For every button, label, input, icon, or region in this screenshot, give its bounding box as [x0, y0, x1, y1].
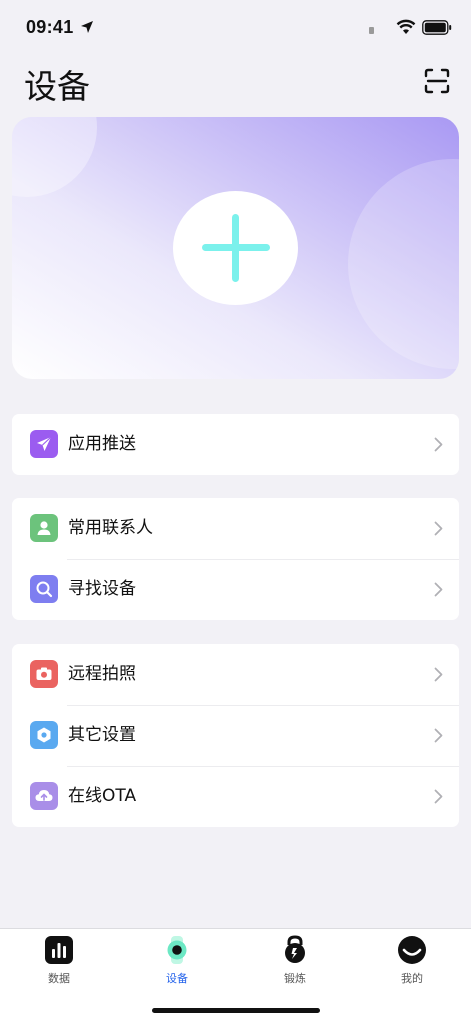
- settings-card: 远程拍照 其它设置 在线OTA: [12, 644, 459, 827]
- tab-device[interactable]: 设备: [118, 935, 236, 995]
- menu-item-remote-camera[interactable]: 远程拍照: [12, 644, 459, 705]
- chevron-right-icon: [434, 521, 443, 536]
- chevron-right-icon: [434, 728, 443, 743]
- decor-circle: [12, 117, 97, 197]
- menu-item-find-device[interactable]: 寻找设备: [12, 559, 459, 620]
- menu-item-contacts[interactable]: 常用联系人: [12, 498, 459, 559]
- menu-item-label: 应用推送: [68, 434, 136, 454]
- tab-workout[interactable]: 锻炼: [236, 935, 354, 995]
- location-arrow-icon: [81, 21, 93, 33]
- chevron-right-icon: [434, 667, 443, 682]
- home-indicator: [152, 1008, 320, 1013]
- search-icon: [30, 575, 58, 603]
- tab-label: 设备: [166, 972, 188, 985]
- tab-data[interactable]: 数据: [0, 935, 118, 995]
- menu-item-online-ota[interactable]: 在线OTA: [12, 766, 459, 827]
- kettlebell-icon: [280, 935, 310, 965]
- tab-label: 锻炼: [284, 972, 306, 985]
- send-icon: [30, 430, 58, 458]
- settings-hex-icon: [30, 721, 58, 749]
- menu-item-label: 常用联系人: [68, 518, 153, 538]
- watch-icon: [162, 935, 192, 965]
- menu-item-label: 在线OTA: [68, 786, 137, 806]
- signal-icon: [369, 27, 374, 34]
- add-device-button[interactable]: [173, 191, 298, 305]
- menu-item-label: 寻找设备: [68, 579, 136, 599]
- tab-label: 我的: [401, 972, 423, 985]
- chevron-right-icon: [434, 582, 443, 597]
- menu-item-label: 远程拍照: [68, 664, 136, 684]
- scan-icon[interactable]: [424, 68, 450, 94]
- decor-circle: [348, 159, 459, 369]
- wifi-icon: [396, 19, 416, 34]
- menu-item-label: 其它设置: [68, 725, 136, 745]
- status-time: 09:41: [26, 17, 74, 37]
- tab-label: 数据: [48, 972, 70, 985]
- menu-item-app-push[interactable]: 应用推送: [12, 414, 459, 475]
- battery-icon: [422, 20, 452, 35]
- settings-card: 应用推送: [12, 414, 459, 475]
- plus-icon: [201, 214, 270, 282]
- settings-card: 常用联系人 寻找设备: [12, 498, 459, 620]
- contact-icon: [30, 514, 58, 542]
- status-bar: 09:41: [0, 0, 471, 54]
- smile-icon: [397, 935, 427, 965]
- tab-me[interactable]: 我的: [353, 935, 471, 995]
- menu-item-other-settings[interactable]: 其它设置: [12, 705, 459, 766]
- add-device-banner: [12, 117, 459, 379]
- camera-icon: [30, 660, 58, 688]
- cloud-upload-icon: [30, 782, 58, 810]
- chevron-right-icon: [434, 789, 443, 804]
- page-title: 设备: [24, 67, 90, 106]
- chevron-right-icon: [434, 437, 443, 452]
- chart-icon: [44, 935, 74, 965]
